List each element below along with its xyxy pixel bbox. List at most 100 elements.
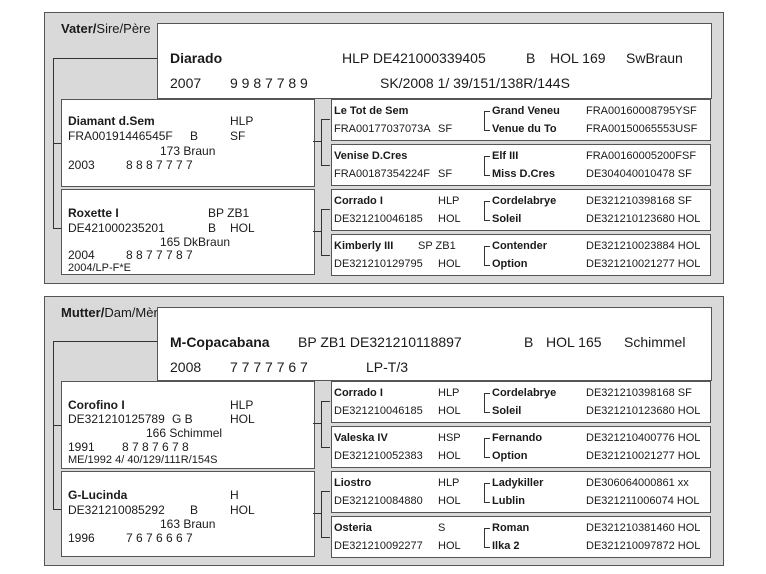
sire-section-label: Vater/Sire/Père [61,21,151,36]
gp-code: HLP [438,387,460,399]
gp-name: Osteria [334,522,372,534]
dam-mother-reg-code: H [230,488,239,502]
gp-code: S [438,522,446,534]
ggp-name-2: Miss D.Cres [492,168,555,180]
dam-father-id: DE321210125789 [68,412,165,426]
dam-father-reg-code: HLP [230,398,254,412]
gp-id: DE321210052383 [334,450,423,462]
dam-score: 7 7 7 7 7 6 7 [230,359,308,375]
ggp-name-2: Option [492,450,528,462]
sire-father-name: Diamant d.Sem [68,114,155,128]
sire-gp-box-2: Venise D.Cres FRA00187354224F SF Elf III… [331,144,711,186]
sire-main-box: Diarado HLP DE421000339405 B HOL 169 SwB… [157,23,712,99]
gp-name: Liostro [334,477,372,489]
sire-father-box: Diamant d.Sem HLP FRA00191446545F B SF 1… [61,99,315,187]
dam-year: 2008 [170,359,202,375]
gp-id: FRA00187354224F [334,168,431,180]
dam-mother-name: G-Lucinda [68,488,128,502]
ggp-id-1: DE321210023884 HOL [586,240,701,252]
ggp-name-1: Fernando [492,432,543,444]
sire-mother-year: 2004 [68,248,95,262]
gp-code: HLP [438,477,460,489]
ggp-id-1: DE321210400776 HOL [586,432,701,444]
dam-father-sex: G B [172,412,193,426]
ggp-id-2: FRA00150065553USF [586,123,698,135]
dam-mother-score: 7 6 7 6 6 6 7 [126,531,193,545]
ggp-name-2: Venue du To [492,123,557,135]
sire-mother-id: DE421000235201 [68,221,165,235]
sire-color: SwBraun [626,50,683,66]
dam-section-label: Mutter/Dam/Mère [61,305,166,320]
dam-gp-box-1: Corrado I HLP DE321210046185 HOL Cordela… [331,381,711,423]
ggp-id-2: DE321210021277 HOL [586,258,701,270]
ggp-name-1: Cordelabrye [492,387,557,399]
sire-name: Diarado [170,50,223,66]
sire-father-score: 8 8 8 7 7 7 7 [126,158,193,172]
sire-mother-score: 8 8 7 7 7 8 7 [126,248,193,262]
ggp-name-1: Roman [492,522,530,534]
gp-code: SP ZB1 [418,240,456,252]
ggp-id-2: DE304040010478 SF [586,168,692,180]
ggp-id-2: DE321210097872 HOL [586,540,701,552]
ggp-name-1: Ladykiller [492,477,544,489]
sire-gp-box-4: Kimberly III SP ZB1 DE321210129795 HOL C… [331,234,711,276]
gp-id: DE321210046185 [334,405,423,417]
ggp-name-1: Elf III [492,150,519,162]
ggp-id-1: DE321210381460 HOL [586,522,701,534]
gp-breed: HOL [438,405,461,417]
sire-registration: HLP DE421000339405 [342,50,486,66]
sire-father-breed: SF [230,129,246,143]
sire-father-year: 2003 [68,158,95,172]
dam-father-height-color: 166 Schimmel [146,426,223,440]
ggp-name-2: Soleil [492,405,522,417]
dam-section: Mutter/Dam/Mère M-Copacabana BP ZB1 DE32… [44,296,724,566]
gp-name: Le Tot de Sem [334,105,409,117]
sire-sex: B [526,50,536,66]
gp-breed: HOL [438,258,461,270]
gp-id: FRA00177037073A [334,123,431,135]
sire-father-reg-code: HLP [230,114,254,128]
ggp-id-1: FRA00160008795YSF [586,105,697,117]
dam-father-name: Corofino I [68,398,125,412]
ggp-name-1: Contender [492,240,547,252]
dam-mother-id: DE321210085292 [68,503,165,517]
gp-breed: HOL [438,450,461,462]
dam-gp-box-2: Valeska IV HSP DE321210052383 HOL Fernan… [331,426,711,468]
ggp-id-2: DE321210123680 HOL [586,405,701,417]
sire-breed-height: HOL 169 [550,50,606,66]
dam-registration: BP ZB1 DE321210118897 [298,334,462,350]
dam-mother-height-color: 163 Braun [160,517,216,531]
ggp-name-1: Grand Veneu [492,105,560,117]
gp-name: Corrado I [334,195,383,207]
dam-test: LP-T/3 [366,359,409,375]
sire-year: 2007 [170,75,202,91]
sire-test: SK/2008 1/ 39/151/138R/144S [380,75,570,91]
sire-score: 9 9 8 7 7 8 9 [230,75,308,91]
sire-gp-box-3: Corrado I HLP DE321210046185 HOL Cordela… [331,189,711,231]
dam-breed-height: HOL 165 [546,334,602,350]
sire-father-id: FRA00191446545F [68,129,173,143]
sire-mother-extra: 2004/LP-F*E [68,262,131,274]
sire-father-sex: B [190,129,199,143]
sire-mother-reg-code: BP ZB1 [208,206,250,220]
dam-sex: B [524,334,534,350]
dam-gp-box-4: Osteria S DE321210092277 HOL Roman DE321… [331,516,711,558]
ggp-name-2: Soleil [492,213,522,225]
dam-mother-sex: B [190,503,199,517]
sire-section: Vater/Sire/Père Diarado HLP DE4210003394… [44,12,724,284]
dam-father-year: 1991 [68,440,95,454]
dam-gp-box-3: Liostro HLP DE321210084880 HOL Ladykille… [331,471,711,513]
gp-id: DE321210084880 [334,495,423,507]
dam-main-box: M-Copacabana BP ZB1 DE321210118897 B HOL… [157,307,712,381]
dam-father-breed: HOL [230,412,255,426]
dam-mother-box: G-Lucinda H DE321210085292 B HOL 163 Bra… [61,471,315,557]
ggp-id-2: DE321210123680 HOL [586,213,701,225]
gp-name: Corrado I [334,387,383,399]
gp-breed: HOL [438,495,461,507]
dam-father-box: Corofino I HLP DE321210125789 G B HOL 16… [61,381,315,469]
sire-mother-sex: B [208,221,217,235]
ggp-id-2: DE321211006074 HOL [586,495,700,507]
sire-gp-box-1: Le Tot de Sem FRA00177037073A SF Grand V… [331,99,711,141]
gp-id: DE321210046185 [334,213,423,225]
dam-mother-year: 1996 [68,531,95,545]
